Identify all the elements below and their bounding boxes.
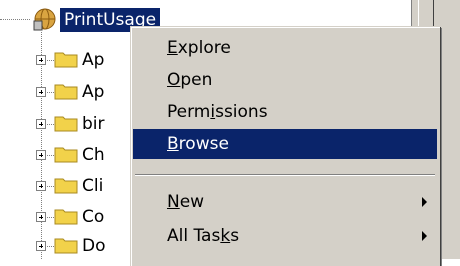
menu-item-label: ew [179,192,205,212]
tree-node-label: Ap [82,82,105,102]
tree-node-label: bir [82,114,105,134]
folder-icon [54,238,78,254]
folder-icon [54,178,78,194]
tree-node-label: Ch [82,145,105,165]
folder-icon [54,84,78,100]
context-menu: Explore Open Permissions Browse New All … [130,26,440,266]
menu-item-all-tasks[interactable]: All Tasks [133,221,437,251]
folder-icon [54,147,78,163]
submenu-arrow-icon [422,231,427,241]
folder-icon [54,116,78,132]
expand-plus-icon[interactable] [36,87,46,97]
menu-item-browse[interactable]: Browse [133,129,437,159]
menu-access-key: k [220,226,231,246]
tree-node-label: Cli [82,176,104,196]
tree-node-label: Ap [82,50,105,70]
expand-plus-icon[interactable] [36,119,46,129]
menu-item-label: ssions [215,102,268,122]
menu-access-key: B [167,134,179,154]
tree-node-label: Co [82,207,105,227]
tree-connector [0,19,30,20]
menu-item-label: All Tas [167,226,221,246]
menu-item-explore[interactable]: Explore [133,33,437,63]
menu-item-open[interactable]: Open [133,65,437,95]
tree-connector [41,32,42,259]
tree-node-label: Do [82,236,106,256]
menu-item-label: rowse [178,134,229,154]
menu-access-key: E [167,38,178,58]
expand-plus-icon[interactable] [36,181,46,191]
server-globe-icon [33,8,56,31]
folder-icon [54,52,78,68]
expand-plus-icon[interactable] [36,55,46,65]
expand-plus-icon[interactable] [36,212,46,222]
expand-plus-icon[interactable] [36,241,46,251]
menu-item-new[interactable]: New [133,187,437,217]
menu-item-label: xplore [177,38,231,58]
menu-item-label: Perm [167,102,211,122]
menu-access-key: O [167,70,181,90]
menu-item-label: s [230,226,240,246]
expand-plus-icon[interactable] [36,150,46,160]
menu-item-label: pen [180,70,213,90]
menu-access-key: N [167,192,180,212]
menu-separator [135,174,435,176]
folder-icon [54,209,78,225]
submenu-arrow-icon [422,197,427,207]
menu-item-permissions[interactable]: Permissions [133,97,437,127]
